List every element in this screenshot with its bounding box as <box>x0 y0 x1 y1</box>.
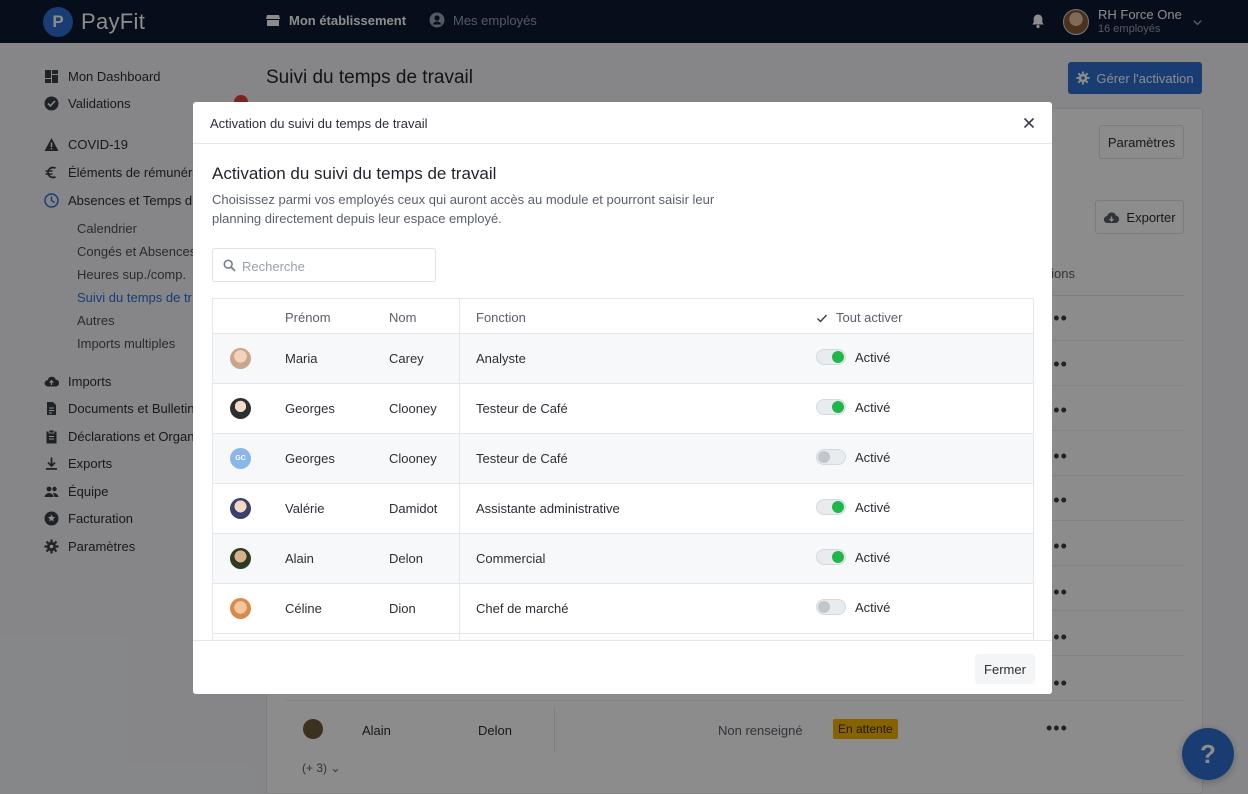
modal-description: Choisissez parmi vos employés ceux qui a… <box>212 192 715 226</box>
activation-toggle[interactable] <box>816 599 846 615</box>
activation-toggle[interactable] <box>816 449 846 465</box>
activation-toggle[interactable] <box>816 399 846 415</box>
close-icon[interactable] <box>1021 115 1037 131</box>
column-prenom[interactable]: Prénom <box>285 310 331 325</box>
check-icon <box>817 314 828 323</box>
avatar: GC <box>230 448 251 469</box>
close-button[interactable]: Fermer <box>975 654 1035 684</box>
activation-modal: Activation du suivi du temps de travail … <box>193 102 1052 694</box>
table-row: Georges Clooney Testeur de Café Activé <box>213 384 1033 434</box>
table-row: Valérie Damidot Assistante administrativ… <box>213 484 1033 534</box>
table-row: Alain Delon Commercial Activé <box>213 534 1033 584</box>
table-row: Maria Carey Analyste Activé <box>213 334 1033 384</box>
column-nom[interactable]: Nom <box>389 310 416 325</box>
modal-header: Activation du suivi du temps de travail <box>193 102 1052 144</box>
search-input[interactable] <box>242 256 427 276</box>
avatar <box>230 348 251 369</box>
activation-toggle[interactable] <box>816 499 846 515</box>
table-row: Céline Dion Chef de marché Activé <box>213 584 1033 634</box>
activation-toggle[interactable] <box>816 349 846 365</box>
avatar <box>230 398 251 419</box>
avatar <box>230 548 251 569</box>
avatar <box>230 498 251 519</box>
column-fonction[interactable]: Fonction <box>476 310 526 325</box>
search-icon <box>223 259 236 272</box>
table-header: Prénom Nom Fonction Tout activer <box>213 299 1033 334</box>
activation-toggle[interactable] <box>816 549 846 565</box>
modal-header-title: Activation du suivi du temps de travail <box>210 116 428 131</box>
employees-table: Prénom Nom Fonction Tout activer Maria C… <box>212 298 1034 640</box>
toggle-all-button[interactable]: Tout activer <box>816 310 902 325</box>
modal-footer: Fermer <box>193 640 1052 694</box>
column-divider <box>459 299 460 640</box>
table-row: GC Georges Clooney Testeur de Café Activ… <box>213 434 1033 484</box>
avatar <box>230 598 251 619</box>
search-box[interactable] <box>212 248 436 282</box>
modal-title: Activation du suivi du temps de travail <box>212 164 497 183</box>
